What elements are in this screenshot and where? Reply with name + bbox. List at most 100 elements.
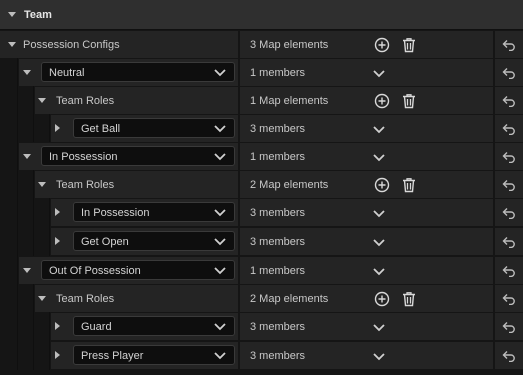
team-section-header[interactable]: Team [0, 0, 523, 30]
chevron-down-icon[interactable] [373, 323, 385, 335]
indent-guide [33, 284, 34, 313]
team-role-combo[interactable]: Get Ball [73, 118, 235, 138]
reset-arrow-icon [502, 294, 515, 306]
map-key-combo[interactable]: In Possession [41, 146, 235, 166]
team-role-combo[interactable]: Press Player [73, 345, 235, 365]
reset-to-default-button[interactable] [502, 123, 516, 138]
reset-to-default-button[interactable] [502, 321, 516, 336]
indent-guide [17, 227, 18, 256]
delete-all-button[interactable] [402, 291, 416, 310]
section-title: Team [24, 9, 52, 21]
chevron-down-icon [214, 152, 226, 164]
chevron-right-icon[interactable] [55, 351, 60, 359]
property-row: Possession Configs 3 Map elements [0, 30, 523, 59]
reset-to-default-button[interactable] [502, 67, 516, 82]
reset-cell [495, 342, 523, 369]
combo-value: Press Player [81, 350, 144, 362]
reset-to-default-button[interactable] [502, 265, 516, 280]
indent-guide [49, 227, 50, 256]
reset-arrow-icon [502, 152, 515, 164]
value-summary: 3 Map elements [250, 39, 329, 51]
indent-guide [17, 284, 18, 313]
reset-to-default-button[interactable] [502, 151, 516, 166]
indent-guide [17, 256, 18, 285]
indent-guide [17, 114, 18, 143]
chevron-down-icon[interactable] [38, 98, 46, 103]
chevron-down-icon[interactable] [23, 154, 31, 159]
plus-circle-icon [374, 291, 390, 307]
chevron-down-icon[interactable] [373, 125, 385, 137]
combo-value: Out Of Possession [49, 265, 141, 277]
chevron-down-icon[interactable] [373, 153, 385, 165]
reset-arrow-icon [502, 124, 515, 136]
combo-value: Guard [81, 321, 112, 333]
plus-circle-icon [374, 177, 390, 193]
indent-guide [49, 198, 50, 227]
chevron-down-icon[interactable] [23, 268, 31, 273]
indent-guide [49, 341, 50, 370]
property-row: In Possession 1 members [0, 142, 523, 171]
property-row: Get Ball 3 members [0, 114, 523, 143]
add-element-button[interactable] [374, 37, 390, 56]
value-cell: 1 Map elements [240, 87, 493, 114]
reset-cell [495, 59, 523, 86]
chevron-right-icon[interactable] [55, 322, 60, 330]
value-cell: 1 members [240, 59, 493, 86]
value-cell: 1 members [240, 257, 493, 284]
map-key-combo[interactable]: Neutral [41, 62, 235, 82]
chevron-down-icon[interactable] [373, 209, 385, 221]
chevron-down-icon[interactable] [373, 267, 385, 279]
reset-to-default-button[interactable] [502, 39, 516, 54]
chevron-down-icon[interactable] [373, 352, 385, 364]
team-role-combo[interactable]: Get Open [73, 231, 235, 251]
property-label-team-roles: Team Roles [56, 179, 115, 191]
reset-to-default-button[interactable] [502, 179, 516, 194]
value-summary: 3 members [250, 207, 306, 219]
chevron-right-icon[interactable] [55, 208, 60, 216]
indent-guide [33, 312, 34, 341]
chevron-down-icon[interactable] [23, 70, 31, 75]
add-element-button[interactable] [374, 93, 390, 112]
team-role-combo[interactable]: In Possession [73, 202, 235, 222]
chevron-right-icon[interactable] [55, 124, 60, 132]
trash-icon [403, 178, 415, 193]
indent-guide [33, 341, 34, 370]
team-role-combo[interactable]: Guard [73, 316, 235, 336]
property-row: Guard 3 members [0, 312, 523, 341]
delete-all-button[interactable] [402, 177, 416, 196]
chevron-down-icon[interactable] [38, 182, 46, 187]
property-label-team-roles: Team Roles [56, 95, 115, 107]
chevron-down-icon[interactable] [38, 296, 46, 301]
combo-value: Neutral [49, 67, 85, 79]
delete-all-button[interactable] [402, 93, 416, 112]
reset-to-default-button[interactable] [502, 207, 516, 222]
reset-to-default-button[interactable] [502, 293, 516, 308]
value-summary: 3 members [250, 123, 306, 135]
add-element-button[interactable] [374, 177, 390, 196]
chevron-down-icon[interactable] [373, 69, 385, 81]
indent-guide [33, 198, 34, 227]
value-summary: 1 members [250, 151, 306, 163]
delete-all-button[interactable] [402, 37, 416, 56]
chevron-down-icon[interactable] [8, 12, 16, 17]
combo-value: In Possession [49, 151, 118, 163]
add-element-button[interactable] [374, 291, 390, 310]
reset-to-default-button[interactable] [502, 95, 516, 110]
chevron-down-icon[interactable] [373, 238, 385, 250]
indent-guide [17, 198, 18, 227]
combo-value: In Possession [81, 207, 150, 219]
reset-to-default-button[interactable] [502, 350, 516, 365]
indent-guide [33, 114, 34, 143]
map-key-combo[interactable]: Out Of Possession [41, 260, 235, 280]
indent-guide [49, 312, 50, 341]
property-row: Team Roles 2 Map elements [0, 170, 523, 199]
reset-arrow-icon [502, 40, 515, 52]
value-summary: 1 members [250, 265, 306, 277]
reset-arrow-icon [502, 237, 515, 249]
chevron-right-icon[interactable] [55, 237, 60, 245]
reset-cell [495, 87, 523, 114]
reset-to-default-button[interactable] [502, 236, 516, 251]
chevron-down-icon[interactable] [8, 42, 16, 47]
chevron-down-icon [214, 237, 226, 249]
property-row: Neutral 1 members [0, 58, 523, 87]
